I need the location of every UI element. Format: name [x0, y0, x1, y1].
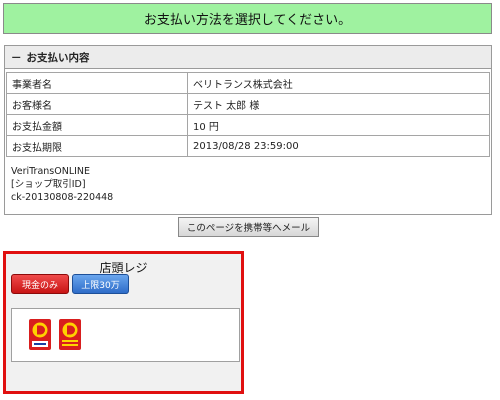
- customer-label: お客様名: [6, 93, 188, 115]
- deadline-label: お支払期限: [6, 135, 188, 157]
- daily-yamazaki-icon[interactable]: [29, 319, 51, 350]
- payment-details-header: － お支払い内容: [5, 46, 491, 69]
- store-payment-section: 店頭レジ 現金のみ 上限30万: [3, 251, 244, 394]
- merchant-value: ベリトランス株式会社: [187, 72, 490, 94]
- shop-transaction-id: ck-20130808-220448: [11, 192, 114, 203]
- table-row: お支払期限 2013/08/28 23:59:00: [6, 135, 490, 157]
- cash-only-label: 現金のみ: [21, 280, 58, 291]
- payment-details-title: お支払い内容: [26, 51, 90, 64]
- email-page-button[interactable]: このページを携帯等へメール: [178, 217, 319, 237]
- amount-value: 10 円: [187, 114, 490, 136]
- merchant-label: 事業者名: [6, 72, 188, 94]
- limit-300k-filter-button[interactable]: 上限30万: [72, 274, 129, 294]
- table-row: お支払金額 10 円: [6, 114, 490, 136]
- customer-value: テスト 太郎 様: [187, 93, 490, 115]
- service-name: VeriTransONLINE: [11, 166, 91, 177]
- table-row: 事業者名 ベリトランス株式会社: [6, 72, 490, 94]
- payment-details-table: 事業者名 ベリトランス株式会社 お客様名 テスト 太郎 様 お支払金額 10 円…: [6, 72, 490, 157]
- amount-label: お支払金額: [6, 114, 188, 136]
- table-row: お客様名 テスト 太郎 様: [6, 93, 490, 115]
- shop-transaction-id-label: [ショップ取引ID]: [11, 179, 86, 190]
- payment-details-panel: － お支払い内容 事業者名 ベリトランス株式会社 お客様名 テスト 太郎 様 お…: [4, 45, 492, 215]
- cash-only-filter-button[interactable]: 現金のみ: [11, 274, 69, 294]
- limit-300k-label: 上限30万: [81, 280, 120, 291]
- email-page-button-label: このページを携帯等へメール: [186, 223, 311, 234]
- store-logo-list: [11, 308, 240, 362]
- yamazaki-daily-store-icon[interactable]: [59, 319, 81, 350]
- transaction-reference: VeriTransONLINE [ショップ取引ID] ck-20130808-2…: [5, 157, 491, 204]
- collapse-dash-icon: －: [11, 51, 22, 64]
- deadline-value: 2013/08/28 23:59:00: [187, 135, 490, 157]
- banner-text: お支払い方法を選択してください。: [143, 13, 352, 28]
- page-instruction-banner: お支払い方法を選択してください。: [3, 3, 492, 34]
